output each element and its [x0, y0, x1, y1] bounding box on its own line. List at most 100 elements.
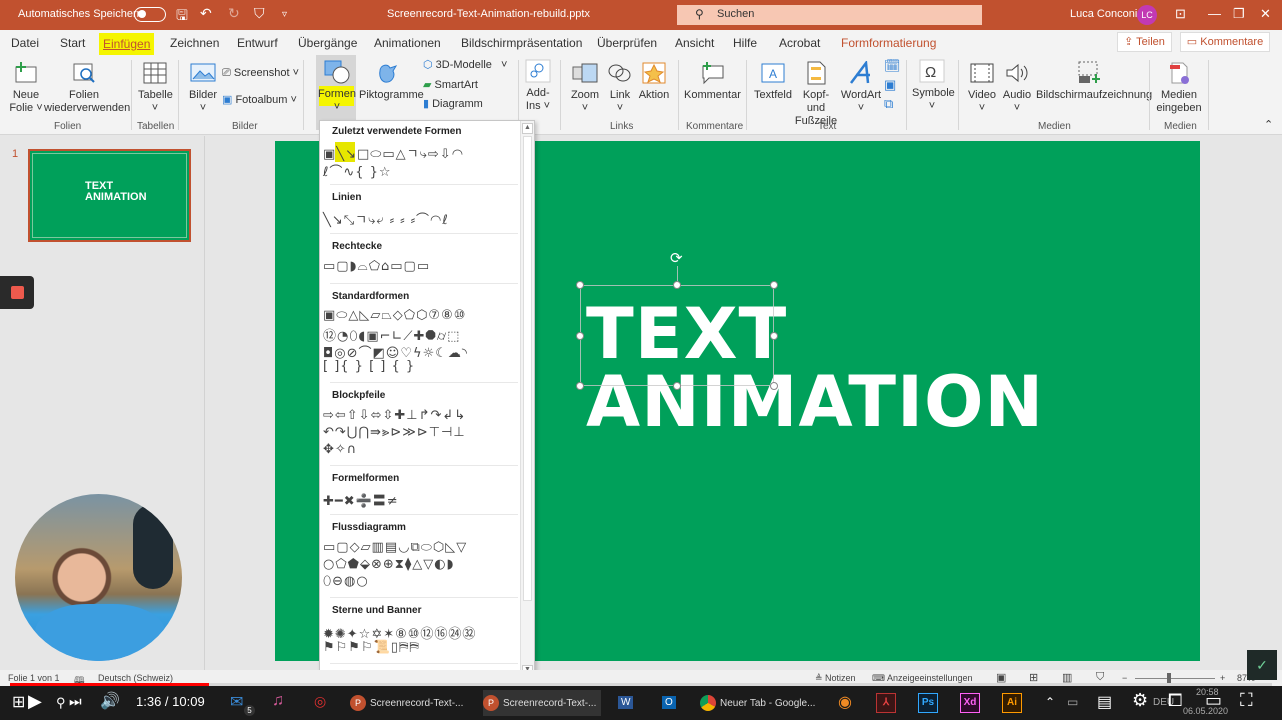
photoshop-icon[interactable]: Ps [918, 690, 938, 716]
shape-row[interactable]: ⬯⊖◍○ [323, 574, 369, 589]
reuse-slides-button[interactable]: Folien wiederverwenden [44, 61, 130, 115]
textbox-button[interactable]: A Textfeld [754, 61, 792, 102]
date-time-icon[interactable]: 🗓 [884, 59, 901, 72]
selection-box[interactable] [580, 285, 774, 386]
xd-icon[interactable]: Xd [960, 690, 980, 716]
user-name[interactable]: Luca Conconi [1070, 8, 1137, 20]
icons-button[interactable]: Piktogramme [359, 61, 424, 102]
scrollbar-thumb[interactable] [523, 136, 532, 601]
object-icon[interactable]: ⧉ [884, 97, 893, 110]
taskbar-app-chrome[interactable]: Neuer Tab - Google... [700, 690, 820, 716]
miniplayer-icon[interactable]: ⧠ [1168, 690, 1182, 711]
firefox-icon[interactable]: ◉ [838, 692, 852, 712]
smartart-button[interactable]: ▰ SmartArt [423, 79, 478, 92]
next-icon[interactable]: ⏭ [69, 693, 82, 710]
table-button[interactable]: Tabelle ˅ [138, 61, 173, 115]
resize-handle[interactable] [770, 382, 778, 390]
undo-icon[interactable]: ↶ [200, 5, 212, 22]
new-slide-button[interactable]: Neue Folie ˅ [8, 61, 44, 115]
resize-handle[interactable] [770, 332, 778, 340]
search-icon[interactable]: ⚲ [56, 695, 66, 711]
document-title[interactable]: Screenrecord-Text-Animation-rebuild.pptx [387, 8, 590, 20]
screenshot-button[interactable]: ⎚ Screenshot ˅ [222, 67, 299, 80]
shape-row[interactable]: ╲↘⤡ㄱ⤷⤶ ⸗ ⸗ ⸗⌒◠ℓ [323, 209, 449, 228]
tray-chevron-icon[interactable]: ⌃ [1045, 695, 1055, 709]
resize-handle[interactable] [576, 281, 584, 289]
screen-recording-button[interactable]: Bildschirmaufzeichnung [1036, 61, 1152, 102]
save-icon[interactable]: 🖫 [176, 5, 188, 29]
mail-icon[interactable]: ✉ [230, 692, 243, 712]
close-icon[interactable]: ✕ [1260, 6, 1271, 22]
taskbar-app-powerpoint-1[interactable]: P Screenrecord-Text-... [350, 690, 468, 716]
zoom-button[interactable]: Zoom ˅ [569, 61, 601, 115]
shape-row[interactable]: ▭▢◗⌓⬠⌂▭▢▭ [323, 259, 430, 274]
link-button[interactable]: Link ˅ [606, 61, 634, 115]
tab-datei[interactable]: Datei [11, 36, 39, 50]
search-input[interactable]: ⚲ Suchen [677, 5, 982, 25]
redo-icon[interactable]: ↻ [228, 5, 240, 22]
tab-formformatierung[interactable]: Formformatierung [841, 36, 936, 50]
word-icon[interactable]: W [618, 696, 634, 709]
share-button[interactable]: ⇪ Teilen [1117, 32, 1172, 52]
tab-entwurf[interactable]: Entwurf [237, 36, 278, 50]
zoom-slider-thumb[interactable] [1167, 673, 1171, 683]
shape-row[interactable]: ▣⬭△◺▱⏢◇⬠⬡⑦⑧⑩ [323, 308, 466, 323]
tab-bildschirmpraesentation[interactable]: Bildschirmpräsentation [461, 36, 582, 50]
taskbar-app-powerpoint-2[interactable]: P Screenrecord-Text-... [483, 690, 601, 716]
subtitles-icon[interactable]: ▤ [1097, 692, 1112, 712]
shape-row[interactable]: ✚━✖➗〓≠ [323, 490, 399, 509]
video-button[interactable]: Video ˅ [966, 61, 998, 115]
language[interactable]: Deutsch (Schweiz) [98, 673, 173, 683]
shapes-button[interactable]: Formen ˅ [318, 60, 356, 114]
fullscreen-icon[interactable]: ⛶ [1240, 690, 1253, 711]
shape-row[interactable]: ▣╲↘□⬭▭△ㄱ⤷⇨⇩◠ [323, 143, 464, 162]
resize-handle[interactable] [673, 382, 681, 390]
chart-button[interactable]: ▮ Diagramm [423, 98, 483, 111]
shape-row[interactable]: ↶↷⋃⋂⇛⪢⊳≫⊳⊤⊣⊥ [323, 425, 466, 440]
resize-handle[interactable] [576, 382, 584, 390]
shape-row[interactable]: [ ]{ } [ ] { } [323, 359, 415, 374]
action-button[interactable]: Aktion [638, 61, 670, 102]
windows-start-icon[interactable]: ⊞ [12, 692, 25, 712]
collapse-ribbon-icon[interactable]: ⌃ [1264, 119, 1273, 132]
settings-gear-icon[interactable]: ⚙ [1132, 690, 1148, 711]
tab-zeichnen[interactable]: Zeichnen [170, 36, 219, 50]
header-footer-button[interactable]: Kopf- und Fußzeile [793, 61, 839, 128]
acrobat-icon[interactable]: ⅄ [876, 690, 896, 716]
itunes-icon[interactable]: ♫ [272, 692, 284, 710]
creative-cloud-icon[interactable]: ◎ [314, 693, 326, 710]
resize-handle[interactable] [673, 281, 681, 289]
zoom-slider[interactable] [1135, 678, 1215, 679]
tab-start[interactable]: Start [60, 36, 85, 50]
slide-thumbnail[interactable]: TEXT ANIMATION [28, 149, 191, 242]
comments-button[interactable]: ▭ Kommentare [1180, 32, 1270, 52]
tab-animationen[interactable]: Animationen [374, 36, 441, 50]
checkmark-icon[interactable]: ✓ [1247, 650, 1277, 680]
rotate-handle-icon[interactable]: ⟳ [670, 249, 683, 267]
gallery-scrollbar[interactable]: ▲ ▼ [520, 121, 534, 684]
outlook-icon[interactable]: O [662, 696, 676, 709]
tab-uebergaenge[interactable]: Übergänge [298, 36, 357, 50]
tab-ueberpruefen[interactable]: Überprüfen [597, 36, 657, 50]
wordart-button[interactable]: WordArt ˅ [840, 61, 882, 115]
comment-button[interactable]: Kommentar [684, 61, 741, 102]
present-icon[interactable]: ⛉ [254, 5, 265, 22]
restore-icon[interactable]: ❐ [1233, 6, 1245, 22]
audio-button[interactable]: Audio ˅ [1001, 61, 1033, 115]
photo-album-button[interactable]: ▣ Fotoalbum ˅ [222, 94, 297, 107]
3d-models-button[interactable]: ⬡ 3D-Modelle ˅ [423, 59, 507, 72]
tab-acrobat[interactable]: Acrobat [779, 36, 820, 50]
autosave-toggle[interactable] [134, 7, 166, 22]
theater-mode-icon[interactable]: ▭ [1205, 690, 1222, 711]
pictures-button[interactable]: Bilder ˅ [188, 61, 218, 115]
tab-ansicht[interactable]: Ansicht [675, 36, 714, 50]
shape-row[interactable]: ⚑⚐⚑⚐📜▯⛿⛿ [323, 640, 420, 655]
network-icon[interactable]: ▭ [1067, 695, 1078, 709]
zoom-out-icon[interactable]: − [1122, 673, 1127, 683]
shape-row[interactable]: ▭▢◇▱▥▤◡⧉⬭⬡◺▽ [323, 540, 467, 555]
shape-row[interactable]: ℓ⌒∿{ }☆ [323, 161, 392, 180]
zoom-in-icon[interactable]: + [1220, 673, 1225, 683]
addins-button[interactable]: Add-Ins ˅ [524, 59, 552, 113]
shape-row[interactable]: ⇨⇦⇧⇩⬄⇳✚⊥↱↷↲↳ [323, 408, 466, 423]
slide-number-icon[interactable]: ▣ [884, 78, 896, 91]
